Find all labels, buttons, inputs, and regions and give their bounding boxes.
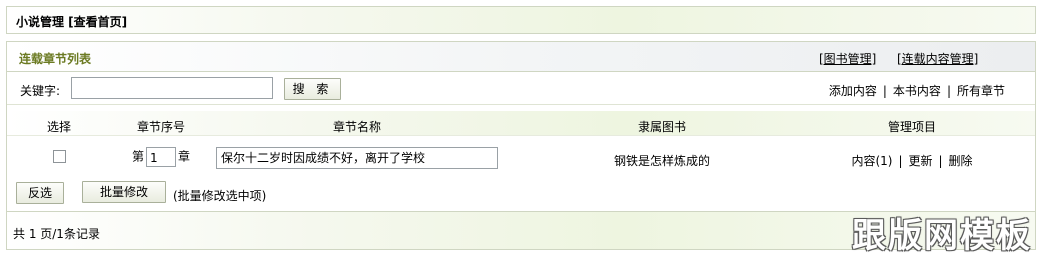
table-header: 选择 章节序号 章节名称 隶属图书 管理项目 xyxy=(7,111,1035,135)
invert-select-button[interactable]: 反选 xyxy=(16,182,64,204)
batch-edit-button[interactable]: 批量修改 xyxy=(82,181,166,203)
col-select: 选择 xyxy=(46,120,71,134)
batch-actions: 反选 批量修改 (批量修改选中项) xyxy=(7,177,1035,212)
row-checkbox[interactable] xyxy=(52,150,66,163)
panel-header: 连载章节列表 [图书管理] [连载内容管理] xyxy=(7,42,1035,72)
book-manage-link[interactable]: [图书管理] xyxy=(819,50,876,67)
quick-links: 添加内容 | 本书内容 | 所有章节 xyxy=(828,84,1005,98)
col-manage: 管理项目 xyxy=(887,120,936,134)
serial-content-link[interactable]: [连载内容管理] xyxy=(897,50,978,67)
watermark-logo: 跟版网模板 xyxy=(852,216,1032,256)
row-select xyxy=(27,150,91,166)
table-row: 第1章 保尔十二岁时因成绩不好，离开了学校 钢铁是怎样炼成的 内容(1) | 更新 |… xyxy=(7,135,1035,178)
chapter-suffix: 章 xyxy=(178,149,191,164)
chapter-number-input[interactable]: 1 xyxy=(146,147,176,167)
top-title[interactable]: 小说管理 [查看首页] xyxy=(16,13,127,30)
batch-note: (批量修改选中项) xyxy=(173,189,267,203)
row-actions: 内容(1) | 更新 | 删除 xyxy=(851,154,973,168)
col-chapter-number: 章节序号 xyxy=(136,120,185,134)
top-bar: 小说管理 [查看首页] xyxy=(6,6,1036,34)
add-content-link[interactable]: 添加内容 xyxy=(829,84,877,98)
col-book: 隶属图书 xyxy=(637,120,686,134)
chapter-prefix: 第 xyxy=(131,149,144,164)
keyword-input[interactable] xyxy=(71,77,273,99)
content-link[interactable]: 内容(1) xyxy=(851,154,892,168)
keyword-label: 关键字: xyxy=(20,84,61,98)
book-content-link[interactable]: 本书内容 xyxy=(893,84,941,98)
all-chapters-link[interactable]: 所有章节 xyxy=(957,84,1005,98)
col-chapter-name: 章节名称 xyxy=(332,120,381,134)
row-chapter-number: 第1章 xyxy=(111,147,211,167)
chapter-name-input[interactable]: 保尔十二岁时因成绩不好，离开了学校 xyxy=(216,147,498,169)
row-book: 钢铁是怎样炼成的 xyxy=(613,154,710,168)
search-button[interactable]: 搜 索 xyxy=(284,78,341,100)
panel-title: 连载章节列表 xyxy=(19,52,92,66)
search-bar: 关键字: 搜 索 添加内容 | 本书内容 | 所有章节 xyxy=(7,72,1035,105)
delete-link[interactable]: 删除 xyxy=(949,154,973,168)
update-link[interactable]: 更新 xyxy=(908,154,932,168)
record-count: 共 1 页/1条记录 xyxy=(13,227,100,241)
